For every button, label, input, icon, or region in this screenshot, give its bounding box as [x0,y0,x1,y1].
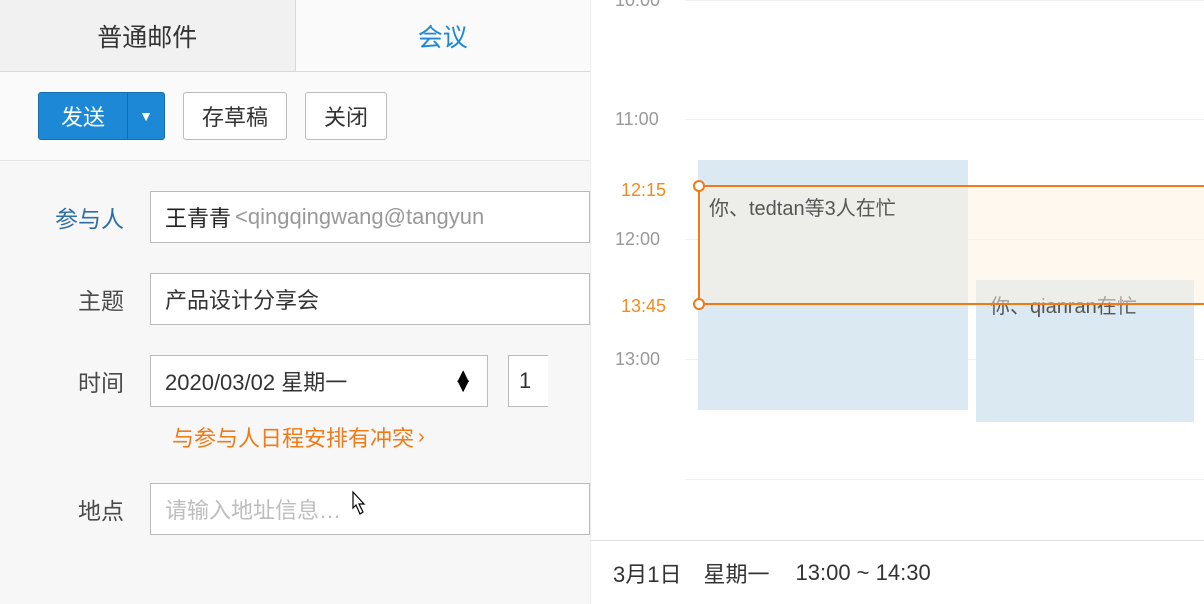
compose-toolbar: 发送 ▼ 存草稿 关闭 [0,72,590,161]
date-value: 2020/03/02 星期一 [165,365,347,397]
time-marker-end: 13:45 [621,296,666,317]
location-label: 地点 [40,492,150,526]
participants-input[interactable]: 王青青 <qingqingwang@tangyun [150,191,590,243]
hour-13: 13:00 [615,349,660,370]
conflict-warning-text: 与参与人日程安排有冲突 [172,421,414,453]
hour-11: 11:00 [615,109,659,130]
send-button[interactable]: 发送 ▼ [38,92,165,140]
busy-block-2[interactable]: 你、qianran在忙 [976,280,1194,422]
tab-meeting[interactable]: 会议 [296,0,591,71]
participants-label: 参与人 [40,200,150,234]
subject-value: 产品设计分享会 [165,283,319,315]
chevron-down-icon[interactable]: ▼ [128,93,164,139]
spinner-icon: ▲▼ [453,371,473,391]
time-start-value: 1 [519,368,531,394]
busy-text-2: 你、qianran在忙 [976,280,1194,329]
time-marker-start: 12:15 [621,180,666,201]
close-button[interactable]: 关闭 [305,92,387,140]
footer-time-range: 13:00 ~ 14:30 [796,560,931,586]
save-draft-button[interactable]: 存草稿 [183,92,287,140]
compose-tabs: 普通邮件 会议 [0,0,590,72]
location-input[interactable]: 请输入地址信息… [150,483,590,535]
meeting-form: 参与人 王青青 <qingqingwang@tangyun 主题 产品设计分享会… [0,161,590,604]
availability-panel: 10:00 11:00 12:00 13:00 12:15 13:45 你、qi… [590,0,1204,604]
participant-name: 王青青 [165,201,231,233]
participant-email: <qingqingwang@tangyun [235,204,484,230]
time-start-select[interactable]: 1 [508,355,548,407]
hour-10: 10:00 [615,0,660,11]
footer-day: 星期一 [703,557,769,589]
hour-12: 12:00 [615,229,660,250]
chevron-right-icon: › [418,426,425,449]
send-label: 发送 [39,93,127,139]
footer-date: 3月1日 [613,557,681,589]
time-label: 时间 [40,364,150,398]
tab-regular-mail[interactable]: 普通邮件 [0,0,296,71]
subject-label: 主题 [40,282,150,316]
calendar-footer: 3月1日 星期一 13:00 ~ 14:30 [591,540,1204,604]
date-select[interactable]: 2020/03/02 星期一 ▲▼ [150,355,488,407]
location-placeholder: 请输入地址信息… [165,493,341,525]
schedule-conflict-link[interactable]: 与参与人日程安排有冲突 › [172,421,590,453]
busy-text-1: 你、tedtan等3人在忙 [709,192,896,221]
subject-input[interactable]: 产品设计分享会 [150,273,590,325]
